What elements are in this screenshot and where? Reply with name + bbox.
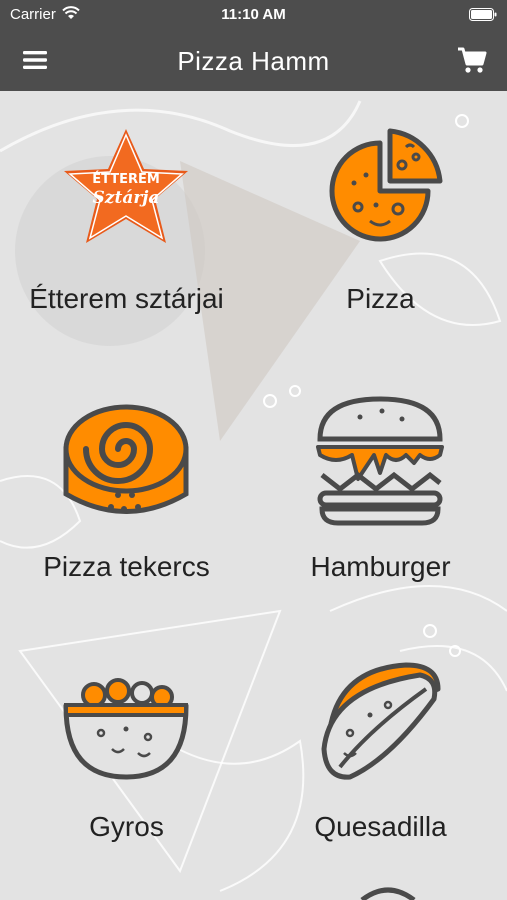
category-quesadilla[interactable]: Quesadilla [254, 619, 507, 869]
next-category-peek [360, 887, 416, 900]
status-bar: Carrier 11:10 AM [0, 0, 507, 30]
category-gyros[interactable]: Gyros [0, 619, 253, 869]
category-label: Pizza tekercs [43, 551, 210, 582]
category-label: Hamburger [310, 551, 451, 582]
star-badge-icon: ÉTTEREM Sztárja [64, 129, 188, 243]
category-label: Étterem sztárjai [29, 283, 224, 314]
category-etterem-sztarjai[interactable]: ÉTTEREM Sztárja Étterem sztárjai [0, 91, 253, 341]
quesadilla-icon [321, 662, 441, 780]
nav-bar: Pizza Hamm [0, 30, 507, 91]
badge-line1: ÉTTEREM [92, 171, 160, 187]
category-hamburger[interactable]: Hamburger [254, 359, 507, 609]
hamburger-icon [316, 396, 444, 526]
gyros-bowl-icon [63, 678, 189, 780]
pizza-icon [329, 128, 443, 242]
category-pizza-tekercs[interactable]: Pizza tekercs [0, 359, 253, 609]
category-pizza[interactable]: Pizza [254, 91, 507, 341]
shopping-cart-icon[interactable] [457, 46, 487, 74]
category-label: Quesadilla [314, 811, 447, 842]
clock: 11:10 AM [221, 6, 286, 23]
category-label: Gyros [89, 811, 164, 842]
pizza-roll-icon [63, 404, 189, 514]
category-label: Pizza [346, 283, 415, 314]
page-title: Pizza Hamm [177, 46, 330, 76]
battery-icon [469, 8, 497, 21]
badge-line2: Sztárja [93, 188, 160, 208]
category-grid: ÉTTEREM Sztárja Étterem sztárjai Pizza P… [0, 91, 507, 900]
